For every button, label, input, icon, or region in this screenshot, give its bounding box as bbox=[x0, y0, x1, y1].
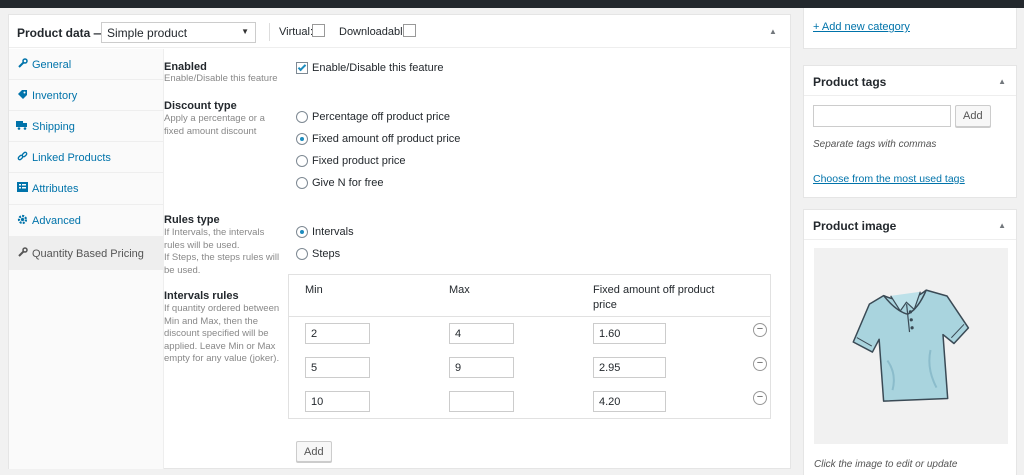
intervals-rules-table: Min Max Fixed amount off product price 2… bbox=[288, 274, 771, 419]
table-header: Min Max Fixed amount off product price bbox=[289, 275, 770, 317]
min-input[interactable]: 10 bbox=[305, 391, 370, 412]
truck-icon bbox=[16, 120, 28, 133]
product-data-header: Product data — Simple product ▼ Virtual:… bbox=[9, 15, 790, 48]
list-icon bbox=[16, 182, 28, 195]
product-tags-title: Product tags bbox=[813, 75, 887, 89]
tag-icon bbox=[16, 89, 28, 103]
column-header-min: Min bbox=[305, 284, 323, 296]
dropdown-caret-icon: ▼ bbox=[241, 27, 249, 36]
column-header-amount: Fixed amount off product price bbox=[593, 284, 715, 311]
tab-label: Linked Products bbox=[32, 152, 111, 164]
add-rule-button[interactable]: Add bbox=[296, 441, 332, 462]
tab-label: Attributes bbox=[32, 183, 79, 195]
wrench-icon bbox=[16, 247, 28, 261]
tab-label: Advanced bbox=[32, 215, 81, 227]
virtual-label: Virtual: bbox=[279, 26, 314, 38]
discount-type-help: Apply a percentage or a fixed amount dis… bbox=[164, 113, 265, 137]
product-categories-box: + Add new category bbox=[803, 8, 1017, 49]
max-input[interactable]: 9 bbox=[449, 357, 514, 378]
enable-feature-checkbox[interactable] bbox=[296, 62, 308, 74]
product-tags-header: Product tags ▲ bbox=[804, 66, 1016, 96]
tab-label: General bbox=[32, 59, 72, 71]
amount-input[interactable]: 1.60 bbox=[593, 323, 666, 344]
amount-input[interactable]: 4.20 bbox=[593, 391, 666, 412]
discount-type-label: Discount type bbox=[164, 100, 237, 112]
admin-top-bar bbox=[0, 0, 1024, 8]
enable-feature-label: Enable/Disable this feature bbox=[312, 62, 444, 74]
intervals-rules-label: Intervals rules bbox=[164, 290, 239, 302]
checkmark-icon bbox=[297, 62, 307, 72]
max-input[interactable] bbox=[449, 391, 514, 412]
shirt-icon bbox=[852, 289, 970, 402]
enabled-label: Enabled bbox=[164, 61, 207, 73]
radio-label: Give N for free bbox=[312, 177, 384, 189]
remove-row-icon[interactable]: − bbox=[753, 323, 767, 337]
remove-row-icon[interactable]: − bbox=[753, 357, 767, 371]
radio-percentage-off[interactable] bbox=[296, 111, 308, 123]
collapse-toggle-icon[interactable]: ▲ bbox=[769, 27, 777, 36]
tab-label: Inventory bbox=[32, 90, 78, 102]
tab-quantity-based-pricing[interactable]: Quantity Based Pricing bbox=[9, 237, 164, 270]
radio-dot bbox=[300, 230, 304, 234]
min-input[interactable]: 2 bbox=[305, 323, 370, 344]
page-scroll-edge bbox=[1019, 8, 1024, 475]
collapse-toggle-icon[interactable]: ▲ bbox=[998, 221, 1006, 230]
tab-attributes[interactable]: Attributes bbox=[9, 173, 164, 205]
header-divider bbox=[269, 23, 270, 41]
column-header-max: Max bbox=[449, 284, 470, 296]
tab-label: Quantity Based Pricing bbox=[32, 248, 144, 260]
most-used-tags-link[interactable]: Choose from the most used tags bbox=[813, 173, 965, 185]
product-image[interactable] bbox=[814, 248, 1008, 444]
product-image-header: Product image ▲ bbox=[804, 210, 1016, 240]
product-data-tabs: General Inventory Shipping Linked Produc… bbox=[9, 49, 164, 469]
add-new-category-link[interactable]: + Add new category bbox=[813, 21, 910, 33]
add-tag-button[interactable]: Add bbox=[955, 105, 991, 127]
radio-label: Steps bbox=[312, 248, 341, 260]
rules-type-help: If Intervals, the intervals rules will b… bbox=[164, 227, 280, 276]
product-type-select[interactable]: Simple product ▼ bbox=[101, 22, 256, 43]
tab-label: Shipping bbox=[32, 121, 75, 133]
virtual-checkbox[interactable] bbox=[312, 24, 325, 37]
remove-row-icon[interactable]: − bbox=[753, 391, 767, 405]
radio-label: Fixed product price bbox=[312, 155, 406, 167]
radio-fixed-amount-off[interactable] bbox=[296, 133, 308, 145]
radio-label: Intervals bbox=[312, 226, 354, 238]
downloadable-label: Downloadable: bbox=[339, 26, 412, 38]
radio-label: Fixed amount off product price bbox=[312, 133, 461, 145]
enabled-help: Enable/Disable this feature bbox=[164, 73, 278, 84]
product-image-title: Product image bbox=[813, 219, 897, 233]
collapse-toggle-icon[interactable]: ▲ bbox=[998, 77, 1006, 86]
tag-input[interactable] bbox=[813, 105, 951, 127]
radio-give-n-free[interactable] bbox=[296, 177, 308, 189]
tab-general[interactable]: General bbox=[9, 49, 164, 80]
radio-intervals[interactable] bbox=[296, 226, 308, 238]
max-input[interactable]: 4 bbox=[449, 323, 514, 344]
gear-icon bbox=[16, 214, 28, 228]
product-data-title: Product data — bbox=[17, 26, 106, 40]
radio-label: Percentage off product price bbox=[312, 111, 450, 123]
tab-linked-products[interactable]: Linked Products bbox=[9, 142, 164, 173]
downloadable-checkbox[interactable] bbox=[403, 24, 416, 37]
radio-dot bbox=[300, 137, 304, 141]
tab-advanced[interactable]: Advanced bbox=[9, 205, 164, 237]
radio-steps[interactable] bbox=[296, 248, 308, 260]
image-caption: Click the image to edit or update bbox=[814, 459, 958, 470]
tags-hint: Separate tags with commas bbox=[813, 139, 937, 150]
product-tags-box: Product tags ▲ Add Separate tags with co… bbox=[803, 65, 1017, 198]
tab-inventory[interactable]: Inventory bbox=[9, 80, 164, 111]
intervals-rules-help: If quantity ordered between Min and Max,… bbox=[164, 303, 280, 364]
amount-input[interactable]: 2.95 bbox=[593, 357, 666, 378]
tab-shipping[interactable]: Shipping bbox=[9, 111, 164, 142]
wrench-icon bbox=[16, 58, 28, 72]
link-icon bbox=[16, 151, 28, 165]
product-type-value: Simple product bbox=[107, 26, 188, 40]
min-input[interactable]: 5 bbox=[305, 357, 370, 378]
rules-type-label: Rules type bbox=[164, 214, 220, 226]
radio-fixed-product-price[interactable] bbox=[296, 155, 308, 167]
product-image-box: Product image ▲ Click the image to edit … bbox=[803, 209, 1017, 475]
